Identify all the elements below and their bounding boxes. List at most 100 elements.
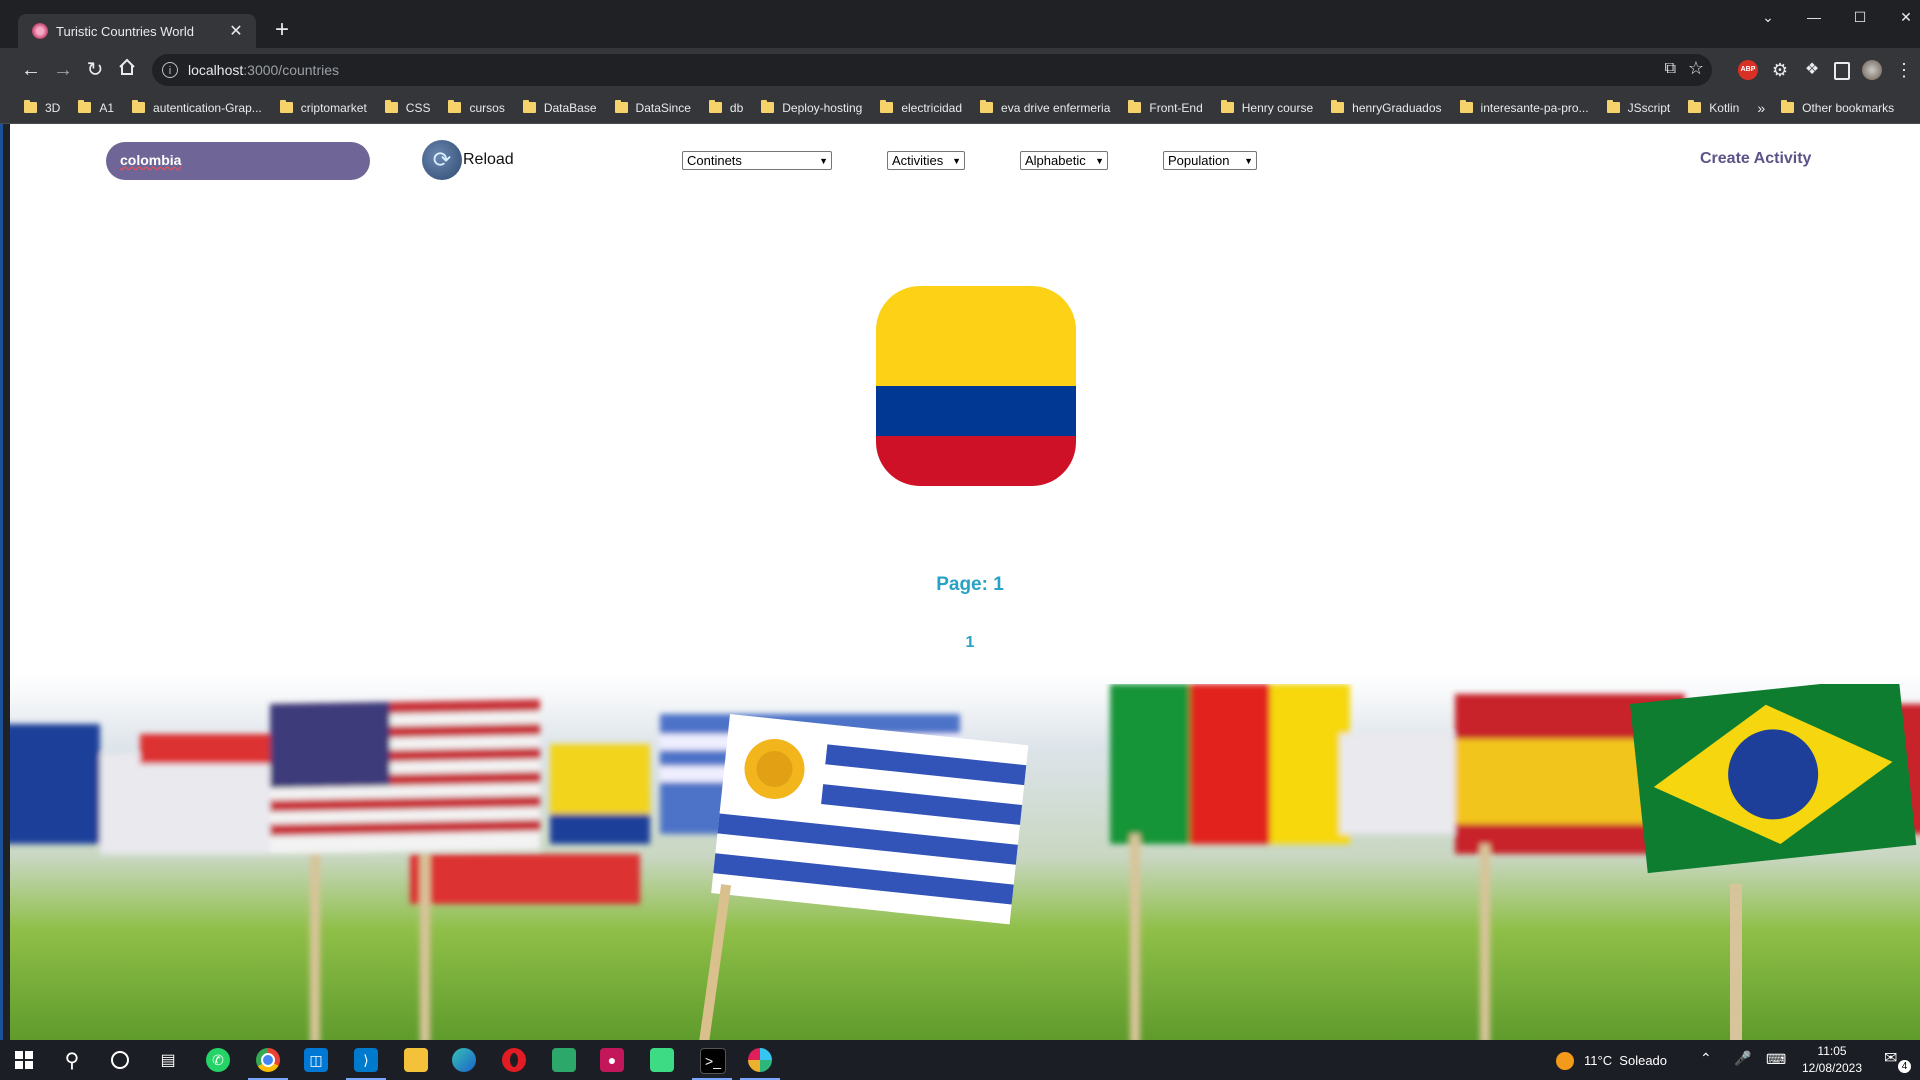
reload-icon: ⟳	[422, 140, 462, 180]
browser-menu-icon[interactable]: ⋮	[1894, 60, 1914, 80]
clock-time[interactable]: 11:05	[1802, 1044, 1862, 1058]
flag-stripe-red	[876, 436, 1076, 486]
bookmark-label: cursos	[469, 100, 505, 115]
browser-tab[interactable]: Turistic Countries World ✕	[18, 14, 256, 48]
population-select[interactable]: Population ▼	[1163, 151, 1257, 170]
bookmark-label: Kotlin	[1709, 100, 1740, 115]
folder-icon	[1128, 100, 1142, 113]
share-icon[interactable]: ⧉	[1665, 60, 1676, 78]
microphone-icon[interactable]: 🎤	[1734, 1050, 1751, 1067]
bookmark-item[interactable]: autentication-Grap...	[132, 100, 262, 115]
reload-page-icon[interactable]: ↻	[82, 57, 108, 83]
profile-avatar[interactable]	[1862, 60, 1882, 80]
bookmark-item[interactable]: 3D	[24, 100, 60, 115]
site-info-icon[interactable]: i	[162, 62, 178, 78]
search-input-value: colombia	[120, 152, 182, 168]
url-host: localhost	[188, 62, 244, 78]
bookmark-item[interactable]: A1	[78, 100, 114, 115]
browser-tabstrip: Turistic Countries World ✕ + ⌄ — ☐ ✕	[0, 0, 1920, 48]
reload-button[interactable]: ⟳ Reload	[422, 140, 514, 180]
folder-icon	[1781, 100, 1795, 113]
file-explorer-icon[interactable]	[404, 1048, 428, 1072]
folder-icon	[1331, 100, 1345, 113]
chrome-icon[interactable]	[256, 1048, 280, 1072]
back-icon[interactable]: ←	[18, 57, 44, 83]
bookmarks-overflow-icon[interactable]: »	[1757, 100, 1765, 116]
country-flag-card[interactable]	[876, 286, 1076, 486]
address-bar[interactable]: i localhost:3000/countries ⧉ ☆	[152, 54, 1712, 86]
bookmark-item[interactable]: criptomarket	[279, 100, 367, 115]
bookmark-label: JSscript	[1627, 100, 1671, 115]
alphabetic-select[interactable]: Alphabetic ▼	[1020, 151, 1108, 170]
activities-select-value: Activities	[892, 153, 944, 168]
adblock-icon[interactable]: ABP	[1738, 60, 1758, 80]
bookmark-label: db	[729, 100, 744, 115]
bookmark-item[interactable]: db	[708, 100, 744, 115]
pagination-page-button[interactable]: 1	[10, 634, 1920, 652]
task-view-icon[interactable]: ▤	[156, 1048, 180, 1072]
create-activity-link[interactable]: Create Activity	[1700, 150, 1811, 168]
bookmark-item[interactable]: Henry course	[1220, 100, 1313, 115]
close-window-button[interactable]: ✕	[1886, 6, 1920, 28]
bookmark-item[interactable]: interesante-pa-pro...	[1459, 100, 1589, 115]
bookmark-item[interactable]: Kotlin	[1688, 100, 1740, 115]
tab-search-chevron-icon[interactable]: ⌄	[1748, 6, 1788, 28]
notification-icon[interactable]: ✉	[1884, 1048, 1897, 1068]
side-panel-icon[interactable]	[1834, 62, 1850, 80]
folder-icon	[1459, 100, 1473, 113]
bookmark-star-icon[interactable]: ☆	[1688, 58, 1704, 79]
folder-icon	[24, 100, 37, 113]
other-bookmarks[interactable]: Other bookmarks	[1781, 100, 1894, 115]
bookmark-item[interactable]: Front-End	[1128, 100, 1203, 115]
bookmark-label: DataBase	[543, 100, 597, 115]
terminal-icon[interactable]: >_	[700, 1048, 726, 1074]
bookmark-label: CSS	[405, 100, 431, 115]
bookmark-item[interactable]: electricidad	[880, 100, 962, 115]
home-icon[interactable]	[114, 57, 140, 83]
windows-start-icon[interactable]	[12, 1048, 36, 1072]
chevron-down-icon: ▼	[952, 155, 961, 166]
bookmark-item[interactable]: DataSince	[614, 100, 691, 115]
tab-close-icon[interactable]: ✕	[224, 21, 248, 41]
store-icon[interactable]: ◫	[304, 1048, 328, 1072]
keyboard-icon[interactable]: ⌨	[1766, 1051, 1786, 1068]
folder-icon	[384, 100, 398, 113]
population-select-value: Population	[1168, 153, 1230, 168]
weather-sun-icon[interactable]	[1556, 1052, 1574, 1070]
bookmark-item[interactable]: eva drive enfermeria	[980, 100, 1110, 115]
edge-icon[interactable]	[452, 1048, 476, 1072]
opera-icon[interactable]	[502, 1048, 526, 1072]
slack-icon[interactable]	[748, 1048, 772, 1072]
folder-icon	[1220, 100, 1234, 113]
search-icon[interactable]: ⚲	[60, 1048, 84, 1072]
forward-icon[interactable]: →	[50, 57, 76, 83]
clock-date[interactable]: 12/08/2023	[1798, 1061, 1866, 1075]
search-input[interactable]: colombia	[106, 142, 370, 180]
chevron-down-icon: ▼	[1244, 155, 1253, 166]
extensions-puzzle-icon[interactable]: ❖	[1802, 60, 1822, 80]
bookmark-label: DataSince	[635, 100, 691, 115]
activities-select[interactable]: Activities ▼	[887, 151, 965, 170]
continents-select[interactable]: Continets ▼	[682, 151, 832, 170]
vscode-icon[interactable]: ⟩	[354, 1048, 378, 1072]
recorder-icon[interactable]: ●	[600, 1048, 624, 1072]
bookmark-label: autentication-Grap...	[153, 100, 262, 115]
bookmark-item[interactable]: JSscript	[1606, 100, 1671, 115]
bookmark-item[interactable]: DataBase	[522, 100, 597, 115]
bookmark-item[interactable]: henryGraduados	[1331, 100, 1442, 115]
window-accent-edge	[0, 124, 3, 1040]
tray-chevron-up-icon[interactable]: ⌃	[1700, 1050, 1712, 1067]
app-icon[interactable]	[552, 1048, 576, 1072]
weather-text[interactable]: 11°C Soleado	[1584, 1053, 1667, 1068]
maximize-button[interactable]: ☐	[1840, 6, 1880, 28]
new-tab-button[interactable]: +	[268, 16, 296, 44]
extension-gear-icon[interactable]: ⚙	[1770, 60, 1790, 80]
android-studio-icon[interactable]	[650, 1048, 674, 1072]
bookmark-item[interactable]: cursos	[448, 100, 505, 115]
tab-title: Turistic Countries World	[56, 23, 194, 39]
minimize-button[interactable]: —	[1794, 6, 1834, 28]
cortana-icon[interactable]	[108, 1048, 132, 1072]
bookmark-item[interactable]: Deploy-hosting	[761, 100, 862, 115]
bookmark-item[interactable]: CSS	[384, 100, 431, 115]
whatsapp-icon[interactable]: ✆	[206, 1048, 230, 1072]
